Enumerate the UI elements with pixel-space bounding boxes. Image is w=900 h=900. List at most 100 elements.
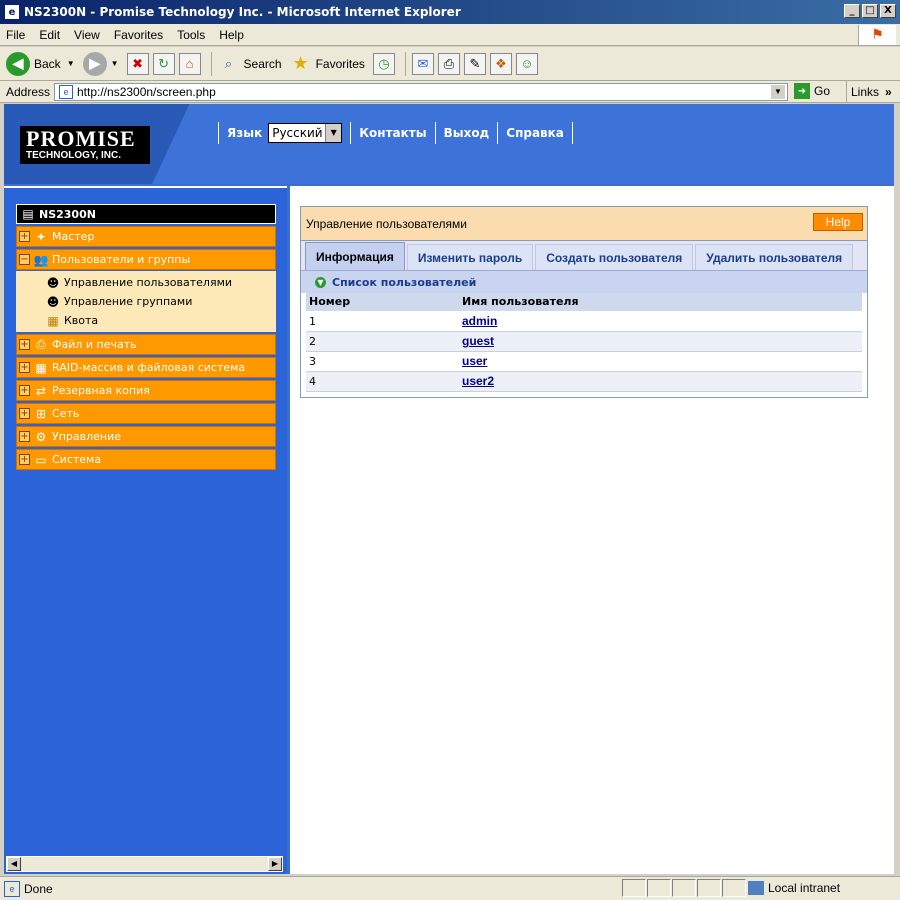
users-groups-subtree: ☻ Управление пользователями ☻ Управление… [16,271,276,332]
scroll-right-icon[interactable]: ▶ [268,857,282,871]
sidebar-subitem-quota[interactable]: ▦ Квота [44,311,276,330]
favorites-button[interactable]: ★ Favorites [290,53,364,75]
sidebar-item-users-groups[interactable]: − 👥 Пользователи и группы [16,249,276,270]
web-page: PROMISE TECHNOLOGY, INC. Язык Русский ▼ … [4,104,894,874]
panel-header: Управление пользователями Help [301,207,867,241]
stop-icon[interactable]: ✖ [126,52,149,75]
tab-info[interactable]: Информация [305,242,405,270]
sidebar-item-system[interactable]: + ▭ Система [16,449,276,470]
scroll-left-icon[interactable]: ◀ [7,857,21,871]
user-link-user2[interactable]: user2 [462,374,494,388]
menu-file[interactable]: File [6,28,25,42]
discuss-icon[interactable]: ❖ [489,52,512,75]
maximize-button[interactable]: □ [862,4,878,18]
menu-edit[interactable]: Edit [39,28,60,42]
search-button[interactable]: ⌕ Search [218,53,282,75]
status-pane [622,879,646,897]
language-select[interactable]: Русский ▼ [268,123,343,143]
menu-bar: File Edit View Favorites Tools Help ⚑ [0,24,900,46]
search-icon: ⌕ [224,55,233,71]
menu-help[interactable]: Help [219,28,244,42]
forward-button[interactable]: ▶ ▼ [82,51,119,76]
page-header: PROMISE TECHNOLOGY, INC. Язык Русский ▼ … [4,104,894,184]
menu-favorites[interactable]: Favorites [114,28,163,42]
collapse-icon[interactable]: − [19,254,30,265]
user-icon: ☻ [46,275,60,290]
go-button[interactable]: ➜ Go [794,83,830,99]
tab-create-user[interactable]: Создать пользователя [535,244,694,270]
menu-view[interactable]: View [74,28,100,42]
expand-icon[interactable]: + [19,454,30,465]
tab-change-password[interactable]: Изменить пароль [406,244,534,270]
address-url: http://ns2300n/screen.php [77,85,216,99]
edit-icon[interactable]: ✎ [463,52,486,75]
back-button[interactable]: ◀ Back ▼ [6,51,75,76]
users-table: Номер Имя пользователя 1 admin 2 guest 3 [306,293,862,392]
close-button[interactable]: X [880,4,896,18]
history-icon[interactable]: ◷ [372,52,395,75]
go-label: Go [814,84,831,98]
expand-icon[interactable]: + [19,385,30,396]
sidebar-item-raid[interactable]: + ▦ RAID-массив и файловая система [16,357,276,378]
sidebar-subitem-label: Квота [64,314,99,327]
nav-logout[interactable]: Выход [444,126,490,140]
sidebar-item-network[interactable]: + ⊞ Сеть [16,403,276,424]
back-dropdown-icon[interactable]: ▼ [67,59,75,68]
expand-icon[interactable]: + [19,408,30,419]
nav-contacts[interactable]: Контакты [359,126,426,140]
table-row: 4 user2 [306,371,862,392]
status-pane [672,879,696,897]
network-icon: ⊞ [35,406,47,421]
address-dropdown-icon[interactable]: ▼ [771,85,785,99]
sidebar-item-label: Управление [52,430,122,443]
status-pane [697,879,721,897]
user-list-title: ▼ Список пользователей [301,271,867,293]
messenger-icon[interactable]: ☺ [515,52,538,75]
expand-icon[interactable]: + [19,431,30,442]
sidebar-subitem-group-management[interactable]: ☻ Управление группами [44,292,276,311]
sidebar-item-wizard[interactable]: + ✦ Мастер [16,226,276,247]
table-row: 2 guest [306,331,862,352]
sidebar-horizontal-scrollbar[interactable]: ◀ ▶ [6,856,283,872]
language-value: Русский [272,126,323,140]
help-button[interactable]: Help [813,213,863,231]
sidebar-item-label: Мастер [52,230,95,243]
expand-icon[interactable]: + [19,231,30,242]
address-input[interactable]: e http://ns2300n/screen.php ▼ [54,83,788,101]
sidebar-item-management[interactable]: + ⚙ Управление [16,426,276,447]
server-icon: ▤ [22,207,34,221]
minimize-button[interactable]: _ [844,4,860,18]
main-content: Управление пользователями Help Информаци… [290,186,894,874]
cell-number: 4 [306,371,459,392]
sidebar-item-label: Система [52,453,102,466]
print-icon[interactable]: ⎙ [437,52,460,75]
home-icon[interactable]: ⌂ [178,52,201,75]
user-link-admin[interactable]: admin [462,314,497,328]
status-pane [647,879,671,897]
user-link-guest[interactable]: guest [462,334,494,348]
sidebar-item-file-print[interactable]: + ⎙ Файл и печать [16,334,276,355]
links-button[interactable]: Links » [846,81,892,103]
expand-icon[interactable]: + [19,339,30,350]
ie-page-icon: e [4,4,20,20]
refresh-icon[interactable]: ↻ [152,52,175,75]
status-pane [722,879,746,897]
mail-icon[interactable]: ✉ [411,52,434,75]
nav-help[interactable]: Справка [506,126,564,140]
table-row: 3 user [306,351,862,372]
status-bar: e Done Local intranet [0,876,900,900]
menu-tools[interactable]: Tools [177,28,205,42]
users-groups-icon: 👥 [33,252,49,267]
sidebar: ▤ NS2300N + ✦ Мастер − 👥 Пользователи и … [4,186,287,874]
forward-dropdown-icon[interactable]: ▼ [111,59,119,68]
user-link-user[interactable]: user [462,354,487,368]
promise-logo: PROMISE TECHNOLOGY, INC. [20,126,150,164]
management-icon: ⚙ [35,429,47,444]
tab-delete-user[interactable]: Удалить пользователя [695,244,854,270]
browser-toolbar: ◀ Back ▼ ▶ ▼ ✖ ↻ ⌂ ⌕ Search ★ Favorites … [0,47,900,81]
top-navigation: Язык Русский ▼ Контакты Выход Справка [210,122,581,144]
tree-root[interactable]: ▤ NS2300N [16,204,276,224]
sidebar-item-backup[interactable]: + ⇄ Резервная копия [16,380,276,401]
expand-icon[interactable]: + [19,362,30,373]
sidebar-subitem-user-management[interactable]: ☻ Управление пользователями [44,273,276,292]
